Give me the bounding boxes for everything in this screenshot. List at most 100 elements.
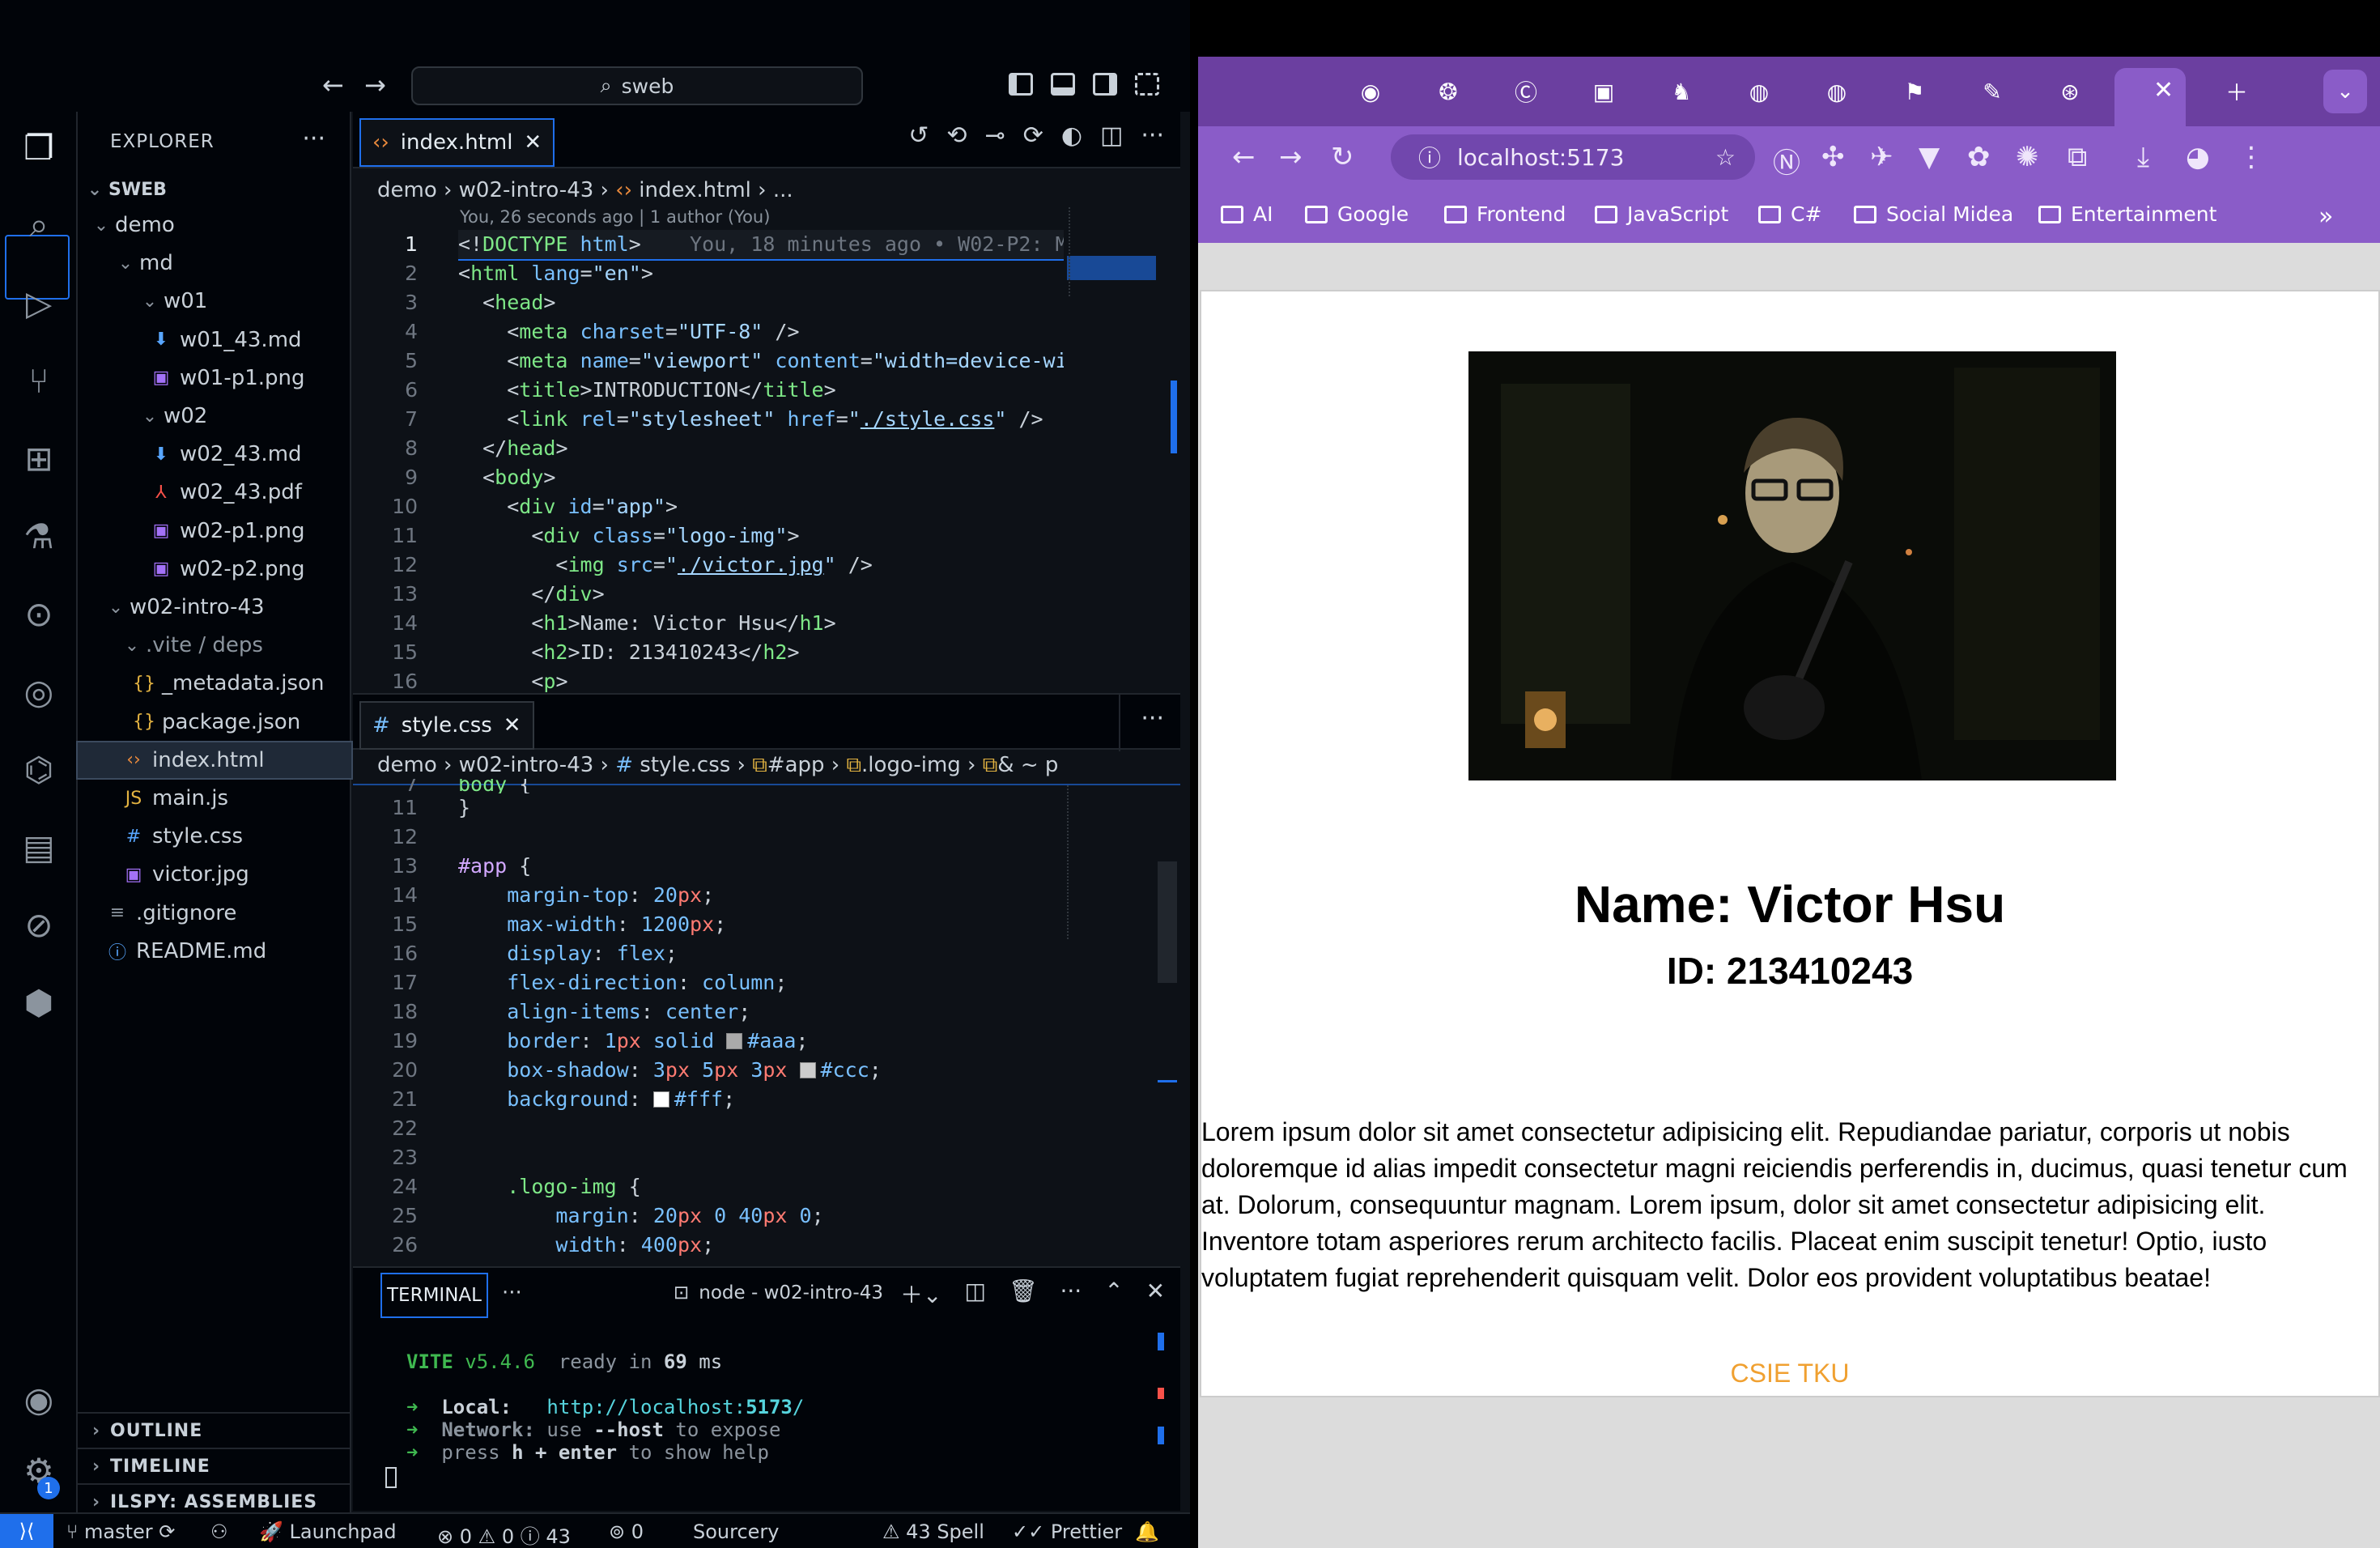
command-center-search[interactable]: ⌕ sweb bbox=[411, 66, 863, 105]
back-arrow-icon[interactable]: ← bbox=[322, 70, 344, 100]
testing-icon[interactable]: ⚗ bbox=[15, 512, 63, 560]
close-tab-icon[interactable]: ✕ bbox=[2153, 76, 2174, 104]
git-next-icon[interactable]: ⟳ bbox=[1023, 121, 1043, 150]
extension-n-icon[interactable]: Ⓝ bbox=[1773, 141, 1800, 181]
tree-folder[interactable]: ⌄ w01 bbox=[78, 283, 351, 319]
local-url-line[interactable]: ➜ Local: http://localhost:5173/ bbox=[406, 1396, 804, 1418]
tab-search-icon[interactable]: ⌄ bbox=[2323, 70, 2367, 113]
problems-item[interactable]: ⊗ 0 ⚠ 0 ⓘ 43 bbox=[437, 1520, 571, 1548]
source-control-icon[interactable]: ⑂ bbox=[15, 356, 63, 405]
tree-file[interactable]: {} package.json bbox=[78, 704, 351, 740]
minimap[interactable] bbox=[1067, 207, 1156, 304]
close-icon[interactable]: ✕ bbox=[524, 130, 542, 155]
tab-index-html[interactable]: ‹› index.html ✕ bbox=[359, 118, 555, 167]
bookmark-star-icon[interactable]: ☆ bbox=[1715, 144, 1736, 171]
explorer-icon[interactable]: ❐ bbox=[15, 123, 63, 172]
search-icon[interactable]: ⌕ bbox=[15, 201, 63, 249]
launchpad-item[interactable]: 🚀 Launchpad bbox=[259, 1520, 397, 1543]
trash-icon[interactable]: 🗑 bbox=[1009, 1278, 1038, 1310]
ports-item[interactable]: ⊚ 0 bbox=[609, 1520, 644, 1543]
tab-active-localhost[interactable]: ✕ bbox=[2114, 68, 2186, 126]
project-manager-icon[interactable]: ▤ bbox=[15, 823, 63, 871]
tree-folder[interactable]: ⌄ md bbox=[78, 245, 351, 281]
tab-app[interactable]: ♞ bbox=[1647, 71, 1716, 112]
remote-indicator[interactable]: ⟩⟨ bbox=[0, 1514, 53, 1548]
tree-file[interactable]: ‹› index.html bbox=[76, 740, 353, 780]
notifications-icon[interactable]: 🔔 bbox=[1135, 1520, 1159, 1543]
address-bar[interactable]: ⓘ localhost:5173 ☆ bbox=[1391, 134, 1755, 180]
download-icon[interactable]: ⤓ bbox=[2137, 141, 2149, 173]
bookmark-csharp[interactable]: C# bbox=[1758, 202, 1821, 226]
css-code[interactable]: body { } #app { margin-top: 20px; max-wi… bbox=[458, 779, 1064, 1266]
tree-folder[interactable]: ⌄ w02-intro-43 bbox=[78, 589, 351, 625]
new-tab-button[interactable]: ＋ bbox=[2202, 71, 2272, 112]
more-actions-icon[interactable]: ··· bbox=[1141, 121, 1164, 150]
outline-section[interactable]: › OUTLINE bbox=[78, 1412, 351, 1448]
back-icon[interactable]: ← bbox=[1232, 141, 1256, 173]
extension-cross-icon[interactable]: ✣ bbox=[1821, 141, 1845, 173]
tab-tool[interactable]: ✎ bbox=[1957, 71, 2027, 112]
terminal-process[interactable]: ⊡ node - w02-intro-43 bbox=[674, 1282, 883, 1303]
scrollbar[interactable] bbox=[1158, 861, 1177, 983]
remote-explorer-icon[interactable]: ⊘ bbox=[15, 900, 63, 949]
more-actions-icon[interactable]: ··· bbox=[1060, 1278, 1082, 1310]
tree-file[interactable]: ≡ .gitignore bbox=[78, 895, 351, 931]
spell-item[interactable]: ⚠ 43 Spell bbox=[882, 1520, 984, 1543]
toggle-panel-icon[interactable] bbox=[1051, 73, 1075, 96]
forward-arrow-icon[interactable]: → bbox=[364, 70, 386, 100]
toggle-secondary-sidebar-icon[interactable] bbox=[1093, 73, 1117, 96]
timeline-section[interactable]: › TIMELINE bbox=[78, 1448, 351, 1483]
tree-folder[interactable]: ⌄ demo bbox=[78, 207, 351, 243]
close-icon[interactable]: ✕ bbox=[504, 713, 521, 738]
tree-file[interactable]: ⅄ w02_43.pdf bbox=[78, 474, 351, 510]
accounts-icon[interactable]: ◉ bbox=[15, 1375, 63, 1423]
panel-more-icon[interactable]: ··· bbox=[502, 1281, 522, 1305]
tab-favicon-red[interactable]: ◉ bbox=[1336, 71, 1405, 112]
tree-folder[interactable]: ⌄ w02 bbox=[78, 398, 351, 434]
reload-icon[interactable]: ↻ bbox=[1331, 141, 1354, 173]
gitlens-inspect-icon[interactable]: ◐ bbox=[1061, 121, 1082, 150]
git-graph-icon[interactable]: ⊙ bbox=[15, 589, 63, 638]
branch-item[interactable]: ⑂ master ⟳ bbox=[66, 1520, 175, 1543]
menu-kebab-icon[interactable]: ⋮ bbox=[2238, 141, 2265, 173]
more-actions-icon[interactable]: ··· bbox=[1141, 704, 1164, 733]
bookmark-social[interactable]: Social Midea bbox=[1854, 202, 2013, 226]
extensions-puzzle-icon[interactable]: ⧉ bbox=[2068, 141, 2087, 173]
split-editor-icon[interactable]: ◫ bbox=[1100, 121, 1123, 150]
maximize-panel-icon[interactable]: ⌃ bbox=[1104, 1278, 1123, 1310]
bookmark-javascript[interactable]: JavaScript bbox=[1595, 202, 1728, 226]
tree-file[interactable]: ▣ victor.jpg bbox=[78, 857, 351, 892]
bookmark-entertainment[interactable]: Entertainment bbox=[2038, 202, 2216, 226]
sourcery-item[interactable]: Sourcery bbox=[693, 1520, 780, 1543]
gitlens-icon[interactable]: ◎ bbox=[15, 667, 63, 716]
codelens-blame[interactable]: You, 26 seconds ago | 1 author (You) bbox=[460, 207, 770, 227]
python-icon[interactable]: ⌬ bbox=[15, 745, 63, 793]
extension-bird-icon[interactable]: ✈ bbox=[1870, 141, 1893, 173]
history-icon[interactable]: ↺ bbox=[908, 121, 929, 150]
split-terminal-icon[interactable]: ◫ bbox=[964, 1278, 985, 1310]
tab-github-icon[interactable]: ⊛ bbox=[2035, 71, 2105, 112]
prettier-item[interactable]: ✓✓ Prettier bbox=[1012, 1520, 1122, 1543]
extension-gear-icon[interactable]: ✺ bbox=[2016, 141, 2039, 173]
html-code[interactable]: <!DOCTYPE html> You, 18 minutes ago • W0… bbox=[458, 230, 1064, 693]
tree-file[interactable]: ▣ w01-p1.png bbox=[78, 360, 351, 396]
toggle-sidebar-icon[interactable] bbox=[1009, 73, 1033, 96]
forward-icon[interactable]: → bbox=[1279, 141, 1303, 173]
git-commit-icon[interactable]: ⊸ bbox=[985, 121, 1005, 150]
profile-avatar[interactable]: ◕ bbox=[2186, 141, 2210, 173]
tab-c[interactable]: Ⓒ bbox=[1491, 71, 1561, 112]
tab-terminal[interactable]: TERMINAL bbox=[380, 1273, 488, 1318]
tree-file[interactable]: ⓘ README.md bbox=[78, 933, 351, 969]
minimap[interactable] bbox=[1067, 785, 1156, 939]
tab-chatgpt[interactable]: ❂ bbox=[1413, 71, 1483, 112]
tree-file[interactable]: ⬇ w01_43.md bbox=[78, 322, 351, 358]
tree-file[interactable]: ▣ w02-p1.png bbox=[78, 513, 351, 549]
tree-file[interactable]: # style.css bbox=[78, 819, 351, 854]
site-info-icon[interactable]: ⓘ bbox=[1418, 141, 1441, 173]
tab-globe-1[interactable]: ◍ bbox=[1724, 71, 1794, 112]
tree-file[interactable]: ▣ w02-p2.png bbox=[78, 551, 351, 587]
extension-color-icon[interactable]: ✿ bbox=[1967, 141, 1991, 173]
extensions-icon[interactable]: ⊞ bbox=[15, 434, 63, 483]
tree-file[interactable]: JS main.js bbox=[78, 780, 351, 816]
more-bookmarks-icon[interactable]: » bbox=[2318, 202, 2333, 231]
